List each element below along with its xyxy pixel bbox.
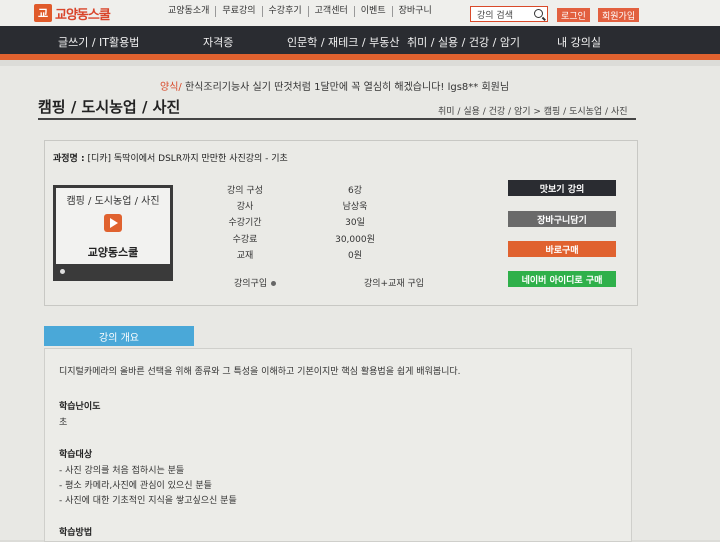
info-label-book: 교재 xyxy=(236,251,254,261)
course-name-label: 과정명 : xyxy=(53,154,85,164)
option-lecture-book[interactable]: 강의+교재 구입 xyxy=(364,276,424,289)
course-name: 과정명 : [디카] 독딱이에서 DSLR까지 만만한 사진강의 - 기초 xyxy=(53,151,288,164)
top-link-free[interactable]: 무료강의 xyxy=(216,6,263,17)
overview-intro: 디지털카메라의 올바른 선택을 위해 종류와 그 특성을 이해하고 기본이지만 … xyxy=(59,367,461,377)
nav-writing-it[interactable]: 글쓰기 / IT활용법 xyxy=(58,34,139,50)
site-logo[interactable]: 교 교양동스쿨 xyxy=(34,3,111,23)
ticker-category: 양식/ xyxy=(160,82,182,93)
option-lecture-only[interactable]: 강의구입 xyxy=(234,276,277,289)
search-input[interactable]: 강의 검색 xyxy=(470,6,548,22)
method-heading: 학습방법 xyxy=(59,528,93,538)
info-value-period: 30일 xyxy=(345,218,365,228)
main-nav: 글쓰기 / IT활용법 자격증 인문학 / 재테크 / 부동산 취미 / 실용 … xyxy=(0,26,720,60)
course-name-value: [디카] 독딱이에서 DSLR까지 만만한 사진강의 - 기초 xyxy=(87,154,288,164)
join-button[interactable]: 회원가입 xyxy=(598,8,640,22)
info-value-book: 0원 xyxy=(347,251,362,261)
nav-humanities[interactable]: 인문학 / 재테크 / 부동산 xyxy=(287,34,399,50)
target-item: - 사진에 대한 기초적인 지식을 쌓고싶으신 분들 xyxy=(59,496,237,506)
add-to-cart-button[interactable]: 장바구니담기 xyxy=(508,211,616,227)
naver-buy-button[interactable]: 네이버 아이디로 구매 xyxy=(508,271,616,287)
ticker-text: 한식조리기능사 실기 딴것처럼 1달만에 꼭 열심히 해겠습니다! lgs8**… xyxy=(184,82,510,93)
info-label-period: 수강기간 xyxy=(228,218,262,228)
top-link-support[interactable]: 고객센터 xyxy=(309,6,355,17)
thumbnail-screen: 캠핑 / 도시농업 / 사진 교양동스쿨 xyxy=(56,188,170,264)
nav-accent-bar xyxy=(0,54,720,60)
video-controls[interactable] xyxy=(56,267,170,277)
buy-now-button[interactable]: 바로구매 xyxy=(508,241,616,257)
top-bar: 교 교양동스쿨 교양동소개 무료강의 수강후기 고객센터 이벤트 장바구니 강의… xyxy=(0,0,720,26)
radio-selected-icon[interactable] xyxy=(271,281,277,286)
target-item: - 평소 카메라,사진에 관심이 있으신 분들 xyxy=(59,481,212,491)
info-label-instructor: 강사 xyxy=(236,202,254,212)
page-title: 캠핑 / 도시농업 / 사진 xyxy=(38,98,181,116)
top-links: 교양동소개 무료강의 수강후기 고객센터 이벤트 장바구니 xyxy=(162,6,438,17)
tab-overview[interactable]: 강의 개요 xyxy=(44,326,194,346)
breadcrumb: 취미 / 실용 / 건강 / 암기 > 캠핑 / 도시농업 / 사진 xyxy=(438,107,628,117)
thumbnail-logo: 교양동스쿨 xyxy=(87,246,139,259)
difficulty-heading: 학습난이도 xyxy=(59,402,101,412)
top-link-cart[interactable]: 장바구니 xyxy=(393,6,438,17)
nav-my-classroom[interactable]: 내 강의실 xyxy=(557,34,601,50)
info-label-lessons: 강의 구성 xyxy=(227,186,263,196)
info-value-lessons: 6강 xyxy=(347,186,362,196)
difficulty-value: 초 xyxy=(59,418,68,428)
option-lecture-book-label: 강의+교재 구입 xyxy=(364,279,425,289)
nav-certificate[interactable]: 자격증 xyxy=(203,34,233,50)
preview-button[interactable]: 맛보기 강의 xyxy=(508,180,616,196)
info-value-fee: 30,000원 xyxy=(335,235,375,245)
progress-dot-icon[interactable] xyxy=(60,269,65,274)
search-placeholder: 강의 검색 xyxy=(477,11,513,21)
target-item: - 사진 강의를 처음 접하시는 분들 xyxy=(59,466,185,476)
info-label-fee: 수강료 xyxy=(232,235,258,245)
nav-hobby[interactable]: 취미 / 실용 / 건강 / 암기 xyxy=(407,34,520,50)
top-link-about[interactable]: 교양동소개 xyxy=(162,6,217,17)
search-icon[interactable] xyxy=(534,9,543,18)
logo-icon: 교 xyxy=(34,4,52,22)
info-value-instructor: 남상욱 xyxy=(342,202,368,212)
logo-text: 교양동스쿨 xyxy=(55,7,111,23)
login-button[interactable]: 로그인 xyxy=(557,8,590,22)
play-icon[interactable] xyxy=(104,214,122,232)
course-thumbnail[interactable]: 캠핑 / 도시농업 / 사진 교양동스쿨 xyxy=(53,185,173,281)
review-ticker[interactable]: 양식/ 한식조리기능사 실기 딴것처럼 1달만에 꼭 열심히 해겠습니다! lg… xyxy=(160,78,509,93)
thumbnail-category: 캠핑 / 도시농업 / 사진 xyxy=(66,196,160,207)
top-link-events[interactable]: 이벤트 xyxy=(355,6,393,17)
overview-panel: 디지털카메라의 올바른 선택을 위해 종류와 그 특성을 이해하고 기본이지만 … xyxy=(44,348,632,542)
title-divider xyxy=(38,118,636,120)
target-heading: 학습대상 xyxy=(59,450,93,460)
option-lecture-only-label: 강의구입 xyxy=(234,279,268,289)
top-link-reviews[interactable]: 수강후기 xyxy=(263,6,309,17)
